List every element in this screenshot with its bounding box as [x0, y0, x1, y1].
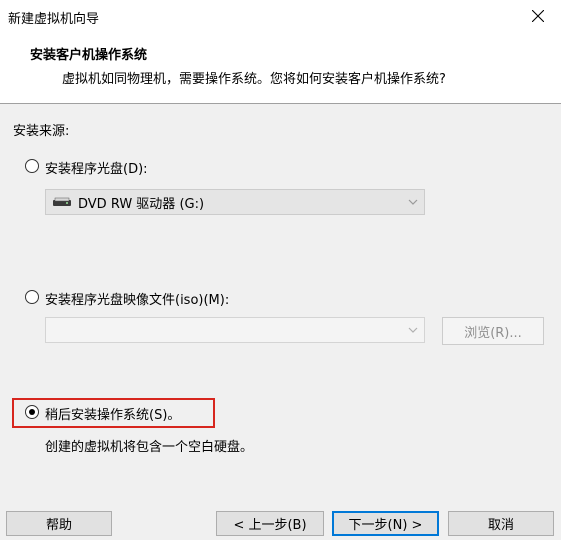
optical-drive-icon [52, 196, 72, 208]
wizard-header: 安装客户机操作系统 虚拟机如同物理机，需要操作系统。您将如何安装客户机操作系统? [0, 32, 561, 103]
close-icon [532, 10, 544, 22]
wizard-body: 安装来源: 安装程序光盘(D): DVD RW 驱动器 (G:) 安装程序光盘映… [0, 104, 561, 540]
radio-disc-label[interactable]: 安装程序光盘(D): [45, 158, 148, 177]
chevron-down-icon [408, 327, 418, 333]
radio-disc[interactable] [25, 159, 39, 173]
radio-later[interactable] [25, 405, 39, 419]
radio-later-label[interactable]: 稍后安装操作系统(S)。 [45, 404, 180, 423]
cancel-button[interactable]: 取消 [448, 511, 554, 536]
drive-select-value: DVD RW 驱动器 (G:) [78, 196, 205, 212]
next-button[interactable]: 下一步(N) > [332, 511, 439, 536]
title-bar: 新建虚拟机向导 [0, 0, 561, 32]
browse-button[interactable]: 浏览(R)... [442, 317, 544, 345]
page-title: 安装客户机操作系统 [30, 48, 148, 63]
back-button[interactable]: < 上一步(B) [216, 511, 324, 536]
iso-path-combobox[interactable] [45, 317, 425, 343]
chevron-down-icon [408, 199, 418, 205]
close-button[interactable] [515, 0, 561, 32]
window-title: 新建虚拟机向导 [8, 12, 100, 27]
help-button[interactable]: 帮助 [6, 511, 112, 536]
radio-iso[interactable] [25, 290, 39, 304]
drive-select[interactable]: DVD RW 驱动器 (G:) [45, 189, 425, 215]
page-subtitle: 虚拟机如同物理机，需要操作系统。您将如何安装客户机操作系统? [62, 72, 446, 87]
install-source-label: 安装来源: [13, 124, 70, 139]
radio-iso-label[interactable]: 安装程序光盘映像文件(iso)(M): [45, 289, 229, 308]
later-description: 创建的虚拟机将包含一个空白硬盘。 [45, 440, 254, 455]
